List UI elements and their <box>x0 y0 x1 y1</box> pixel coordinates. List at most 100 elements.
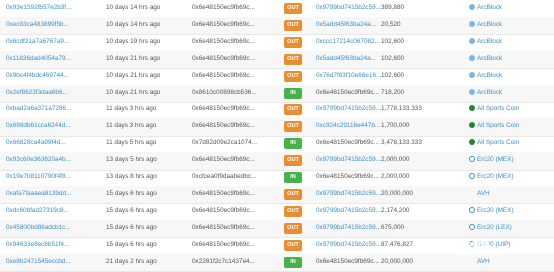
tx-from-address: 0x6e48150ec9fb69c... <box>192 224 282 231</box>
tx-value: 2,000,000 <box>381 156 459 163</box>
tx-age: 10 days 21 hrs ago <box>106 89 186 96</box>
direction-badge: OUT <box>284 189 302 200</box>
sports-coin-icon <box>469 122 475 128</box>
tx-to-address: 0x6e48150ec9fb69c... <box>316 258 382 265</box>
tx-hash-link[interactable]: 0x19e7b8110790f4f8... <box>6 173 104 180</box>
tx-value: 20,000,000 <box>381 190 459 197</box>
tx-value: 102,600 <box>381 38 459 45</box>
token-name: Erc20 (LEX) <box>477 224 512 231</box>
tx-hash-link[interactable]: 0x9bc4f4bdc469744... <box>6 72 104 79</box>
tx-from-address: 0x6e48150ec9fb69c... <box>192 156 282 163</box>
token-link[interactable]: ArcBlock <box>469 21 554 28</box>
tx-age: 13 days 5 hrs ago <box>106 156 186 163</box>
table-row: 0xbad2a6a371a7286...11 days 3 hrs ago0x6… <box>0 101 554 120</box>
tx-to-address-link[interactable]: 0x5add45f63ba24a... <box>316 21 382 28</box>
token-link[interactable]: ArcBlock <box>469 55 554 62</box>
tx-from-address: 0x6e48150ec9fb69c... <box>192 4 282 11</box>
token-link[interactable]: ArcBlock <box>469 89 554 96</box>
token-link[interactable]: AVH <box>469 190 554 197</box>
tx-to-address-link[interactable]: 0x9799bd7415b2c59... <box>316 4 382 11</box>
tx-hash-link[interactable]: 0x2ef8623f3daa6b6... <box>6 89 104 96</box>
table-row: 0x11836dad4054a79...10 days 21 hrs ago 0x… <box>0 51 554 70</box>
tx-age: 11 days 5 hrs ago <box>106 139 186 146</box>
tx-from-address: 0x6e48150ec9fb69c... <box>192 21 282 28</box>
arcblock-icon <box>469 72 475 78</box>
tx-from-address: 0xcfcea0f9daabedbc... <box>192 173 282 180</box>
token-transfers-table: 0x93e1592fb57e2b3f...10 days 14 hrs ago0… <box>0 0 554 271</box>
table-row: 0x698db61cca6244d...11 days 3 hrs ago0x6… <box>0 118 554 137</box>
tx-to-address-link[interactable]: 0x9799bd7415b2c59... <box>316 156 382 163</box>
tx-to-address-link[interactable]: 0x9799bd7415b2c59... <box>316 105 382 112</box>
tx-value: 20,000,000 <box>381 258 459 265</box>
tx-to-address: 0x6e48150ec9fb69c... <box>316 89 382 96</box>
token-name: ArcBlock <box>477 4 502 11</box>
tx-from-address: 0x8610c00898cb536... <box>192 89 282 96</box>
token-name: All Sports Coin <box>477 105 519 112</box>
tx-value: 1,778,133.333 <box>381 105 459 112</box>
erc20-icon <box>469 173 475 179</box>
table-row: 0xdc60bfad27319c8...15 days 6 hrs ago 0x6… <box>0 203 554 222</box>
direction-badge: OUT <box>284 37 302 48</box>
token-link[interactable]: Erc20 (MEX) <box>469 173 554 180</box>
token-link[interactable]: Erc20 (LEX) <box>469 224 554 231</box>
token-name: ArcBlock <box>477 21 502 28</box>
table-row: 0x19e7b8110790f4f8...13 days 8 hrs ago0x… <box>0 169 554 188</box>
token-link[interactable]: All Sports Coin <box>469 122 554 129</box>
token-link[interactable]: ArcBlock <box>469 38 554 45</box>
tx-to-address-link[interactable]: 0x76d7f83f10e66e16... <box>316 72 382 79</box>
tx-hash-link[interactable]: 0x66828ca4a99f4d... <box>6 139 104 146</box>
token-link[interactable]: ArcBlock <box>469 4 554 11</box>
tx-value: 2,000,000 <box>381 173 459 180</box>
direction-badge: OUT <box>284 20 302 31</box>
arcblock-icon <box>469 55 475 61</box>
tx-to-address-link[interactable]: 0x9799bd7415b2c59... <box>316 241 382 248</box>
tx-from-address: 0x6e48150ec9fb69c... <box>192 241 282 248</box>
token-link[interactable]: ArcBlock <box>469 72 554 79</box>
tx-hash-link[interactable]: 0x94633e8ec6b51f4... <box>6 241 104 248</box>
tx-hash-link[interactable]: 0x6cdf21a7a6767a9... <box>6 38 104 45</box>
table-row: 0x6cdf21a7a6767a9...10 days 19 hrs ago0x… <box>0 34 554 53</box>
tx-age: 15 days 6 hrs ago <box>106 241 186 248</box>
tx-from-address: 0x6e48150ec9fb69c... <box>192 207 282 214</box>
tx-hash-link[interactable]: 0xafa7faaaea8139dd... <box>6 190 104 197</box>
token-link[interactable]: All Sports Coin <box>469 105 554 112</box>
tx-to-address-link[interactable]: 0x9799bd7415b2c59... <box>316 224 382 231</box>
table-row: 0x2ef8623f3daa6b6...10 days 21 hrs ago 0x… <box>0 85 554 104</box>
tx-hash-link[interactable]: 0xe8b2471545eccbd... <box>6 258 104 265</box>
tx-value: 20,520 <box>381 21 459 28</box>
token-link[interactable]: Erc20 (MEX) <box>469 156 554 163</box>
sports-coin-icon <box>469 105 475 111</box>
direction-badge: OUT <box>284 240 302 251</box>
tx-value: 675,000 <box>381 224 459 231</box>
tx-to-address-link[interactable]: 0x5add45f63ba24a... <box>316 55 382 62</box>
token-link[interactable]: Erc20 (MEX) <box>469 207 554 214</box>
tx-hash-link[interactable]: 0x11836dad4054a79... <box>6 55 104 62</box>
tx-to-address-link[interactable]: 0x9799bd7415b2c59... <box>316 207 382 214</box>
tx-age: 10 days 21 hrs ago <box>106 72 186 79</box>
table-row: 0x66828ca4a99f4d...11 days 5 hrs ago0x7d… <box>0 135 554 154</box>
tx-age: 15 days 6 hrs ago <box>106 190 186 197</box>
watermark-subtitle: JINSE FINANCE <box>454 252 552 258</box>
tx-from-address: 0x6e48150ec9fb69c... <box>192 38 282 45</box>
tx-hash-link[interactable]: 0xbad2a6a371a7286... <box>6 105 104 112</box>
direction-badge: IN <box>284 257 302 268</box>
tx-to-address-link[interactable]: 0x9799bd7415b2c59... <box>316 190 382 197</box>
tx-hash-link[interactable]: 0xdc60bfad27319c8... <box>6 207 104 214</box>
token-link[interactable]: All Sports Coin <box>469 139 554 146</box>
tx-hash-link[interactable]: 0x45800bd86adcb1c... <box>6 224 104 231</box>
erc20-icon <box>469 156 475 162</box>
tx-hash-link[interactable]: 0x698db61cca6244d... <box>6 122 104 129</box>
tx-age: 10 days 21 hrs ago <box>106 55 186 62</box>
tx-to-address-link[interactable]: 0xc924c29116e447b... <box>316 122 382 129</box>
tx-hash-link[interactable]: 0x93e1592fb57e2b3f... <box>6 4 104 11</box>
tx-to-address-link[interactable]: 0xccc17214c067082... <box>316 38 382 45</box>
tx-hash-link[interactable]: 0xec83ca483899f5b... <box>6 21 104 28</box>
token-name: ArcBlock <box>477 89 502 96</box>
tx-age: 15 days 6 hrs ago <box>106 207 186 214</box>
erc20-icon <box>469 224 475 230</box>
tx-hash-link[interactable]: 0x93c60e363620a4b... <box>6 156 104 163</box>
tx-age: 11 days 3 hrs ago <box>106 105 186 112</box>
direction-badge: OUT <box>284 155 302 166</box>
arcblock-icon <box>469 38 475 44</box>
table-row: 0x9bc4f4bdc469744...10 days 21 hrs ago 0x… <box>0 68 554 87</box>
